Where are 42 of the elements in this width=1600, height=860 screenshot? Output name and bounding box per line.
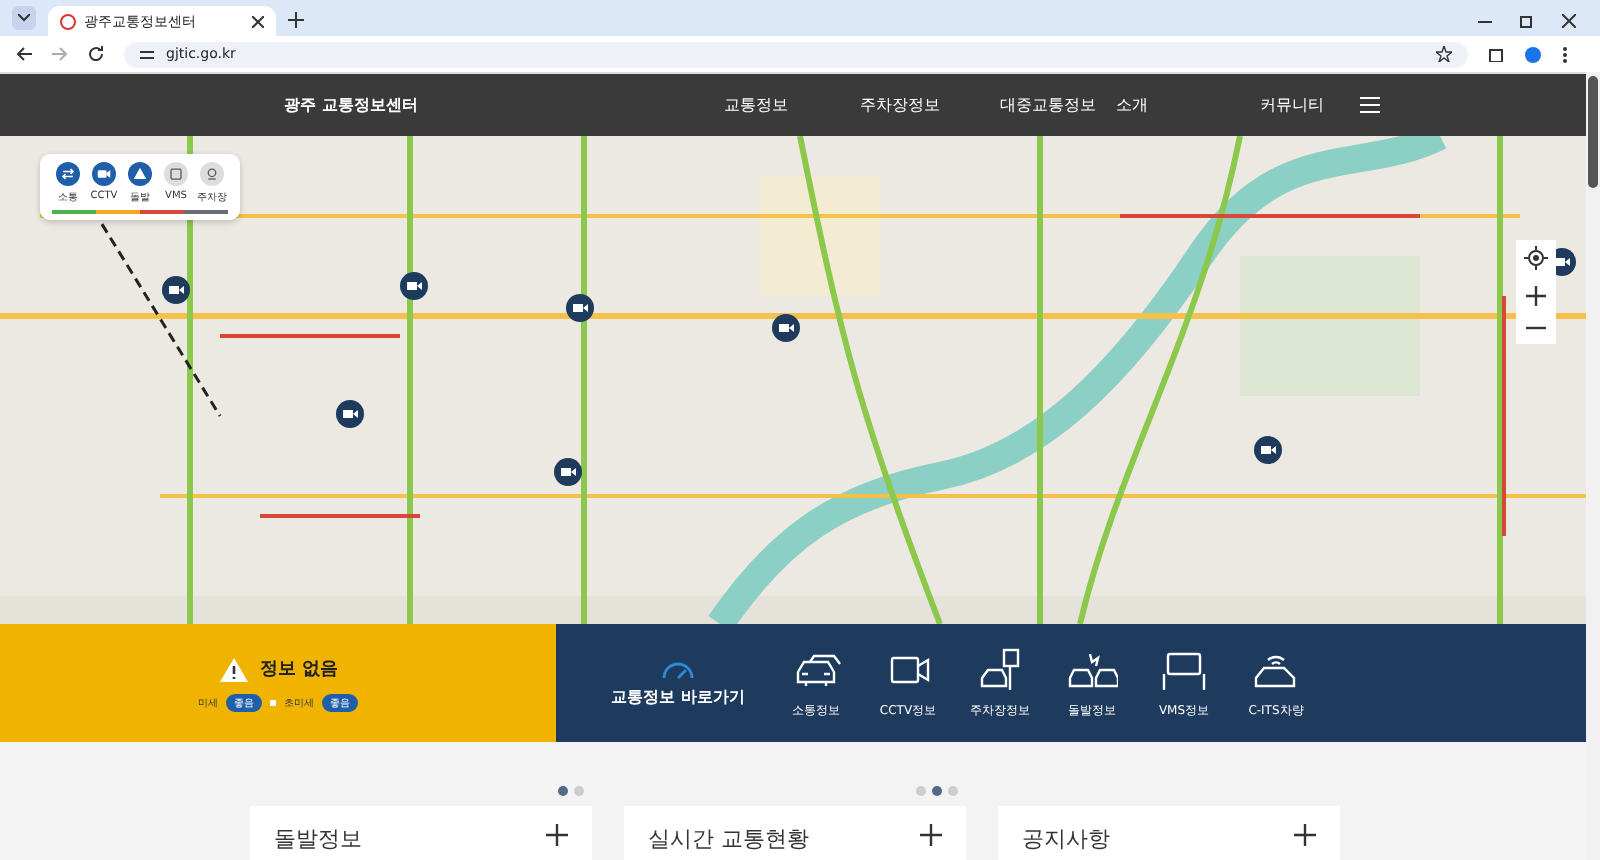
back-icon[interactable] (16, 46, 32, 62)
restore-icon[interactable] (1520, 14, 1534, 28)
nav-link[interactable]: 주차장정보 (860, 94, 940, 116)
site-icon (60, 13, 76, 29)
site-info-icon[interactable] (140, 47, 154, 61)
nav-link[interactable]: 교통정보 (724, 94, 788, 116)
sign-board-icon (166, 164, 186, 184)
close-icon[interactable] (1562, 14, 1576, 28)
site-logo[interactable]: 광주 교통정보센터 (284, 94, 704, 116)
card-title: 돌발정보 (274, 824, 362, 856)
nav-link[interactable]: 소개 (1116, 94, 1148, 116)
pager-dot[interactable] (932, 785, 942, 795)
nav-link[interactable]: 커뮤니티 (1260, 94, 1324, 116)
air-quality-status: 정보 없음 (259, 658, 339, 682)
nav-link[interactable]: 대중교통정보 (1000, 94, 1096, 116)
camera-icon (94, 164, 114, 184)
pager-dot[interactable] (916, 785, 926, 795)
speedometer-icon (660, 659, 696, 679)
profile-icon[interactable] (1524, 45, 1542, 63)
locate-icon[interactable] (1524, 246, 1548, 270)
zoom-in-icon[interactable] (1526, 286, 1546, 306)
menu-icon[interactable] (1562, 45, 1568, 63)
menu-icon[interactable] (1360, 96, 1380, 114)
arrows-icon (58, 164, 78, 184)
plus-icon[interactable] (1294, 824, 1316, 846)
extensions-icon[interactable] (1488, 46, 1504, 62)
reload-icon[interactable] (88, 46, 104, 62)
plus-icon[interactable] (546, 824, 568, 846)
card-title: 공지사항 (1022, 824, 1110, 856)
card-title: 실시간 교통현황 (648, 824, 809, 856)
pager-dot[interactable] (574, 785, 584, 795)
tab-list-button[interactable] (12, 6, 36, 30)
quick-links-title: 교통정보 바로가기 (611, 685, 745, 707)
chevron-down-icon (18, 14, 30, 22)
star-icon[interactable] (1436, 46, 1452, 62)
warning-icon (130, 164, 150, 184)
plus-icon[interactable] (920, 824, 942, 846)
close-icon[interactable] (252, 15, 264, 27)
pager-dot[interactable] (558, 785, 568, 795)
new-tab-icon[interactable] (288, 12, 304, 28)
pager-dot[interactable] (948, 785, 958, 795)
warning-icon (217, 655, 250, 683)
